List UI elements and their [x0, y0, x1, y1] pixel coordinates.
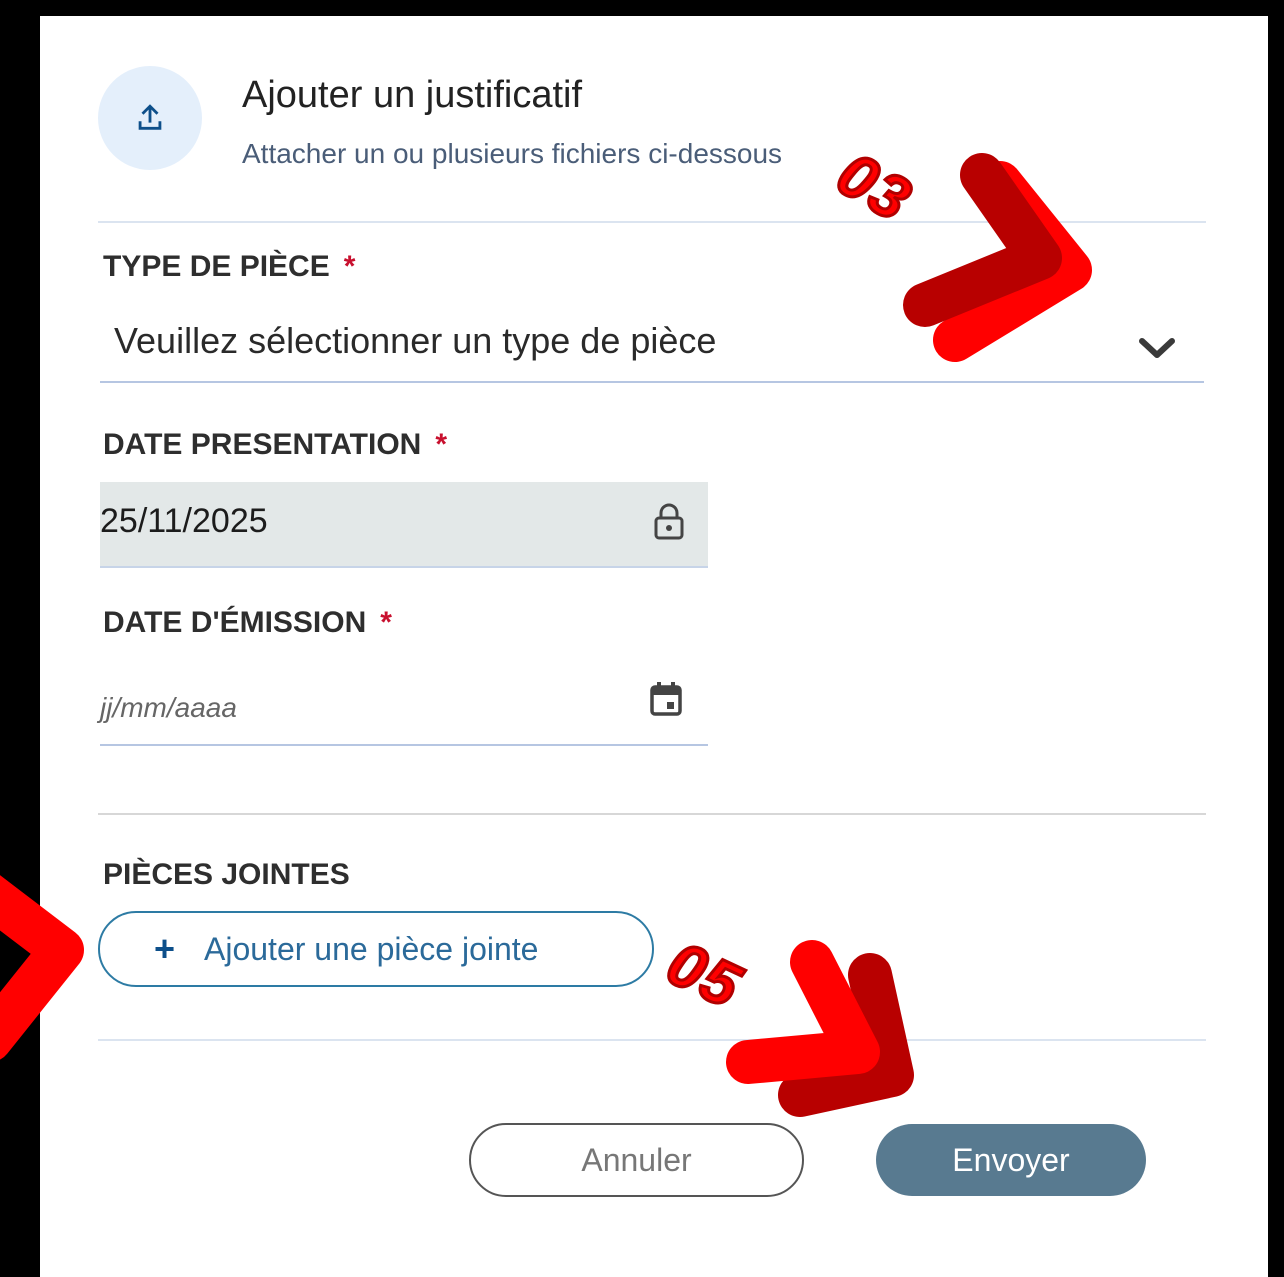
- annotation-chevron-left: [0, 875, 84, 1060]
- annotation-chevron-05-front: [726, 940, 880, 1084]
- annotation-arrows: [0, 153, 1092, 1117]
